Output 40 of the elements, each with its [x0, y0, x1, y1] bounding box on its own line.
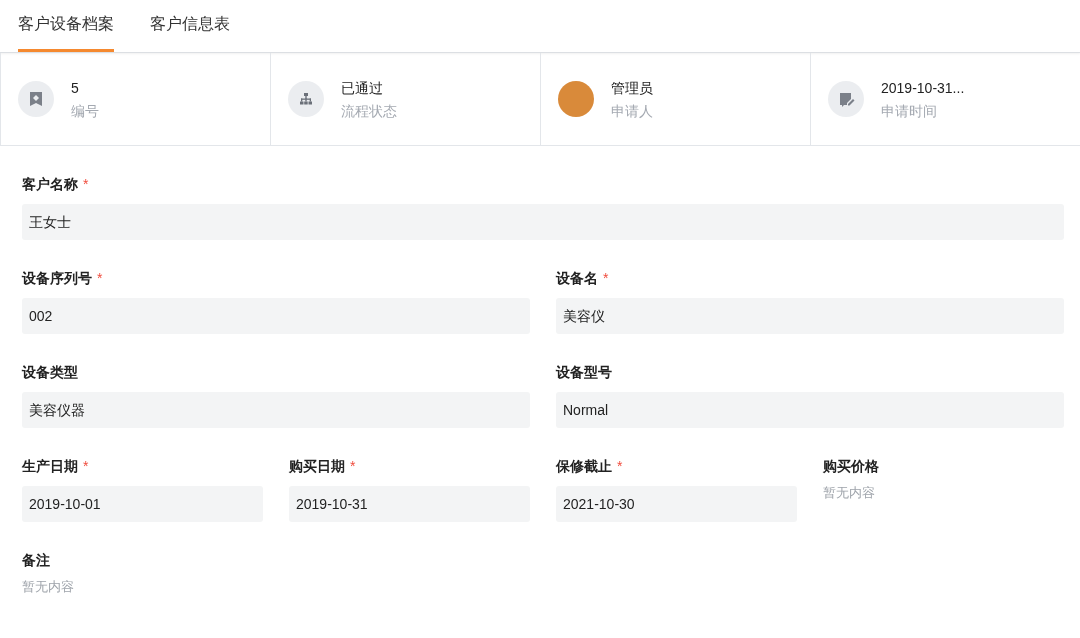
summary-label: 申请人 — [611, 101, 653, 121]
empty-value: 暂无内容 — [22, 578, 74, 596]
required-mark: * — [603, 270, 609, 286]
summary-label: 申请时间 — [881, 101, 938, 121]
field-label: 生产日期 — [22, 458, 78, 474]
input-field[interactable]: 2019-10-31 — [289, 486, 530, 522]
input-field[interactable]: Normal — [556, 392, 1064, 428]
empty-value: 暂无内容 — [823, 484, 875, 502]
input-field[interactable]: 王女士 — [22, 204, 1064, 240]
summary-value: 已通过 — [341, 78, 384, 98]
field-label: 设备序列号 — [22, 270, 92, 286]
summary-label: 流程状态 — [341, 101, 397, 121]
avatar-photo — [558, 81, 594, 117]
field-label: 购买价格 — [823, 458, 879, 474]
edit-note-icon — [828, 81, 864, 117]
field-label: 购买日期 — [289, 458, 345, 474]
required-mark: * — [83, 458, 89, 474]
bookmark-icon — [18, 81, 54, 117]
input-field[interactable]: 美容仪 — [556, 298, 1064, 334]
summary-value: 5 — [71, 78, 80, 98]
input-field[interactable]: 2019-10-01 — [22, 486, 263, 522]
tab[interactable]: 客户设备档案 — [18, 0, 114, 52]
tab[interactable]: 客户信息表 — [150, 0, 230, 52]
summary-value: 2019-10-31... — [881, 78, 965, 98]
field-label: 设备类型 — [22, 364, 78, 380]
field-label: 设备名 — [556, 270, 598, 286]
summary-value: 管理员 — [611, 78, 653, 98]
input-field[interactable]: 002 — [22, 298, 530, 334]
hierarchy-icon — [288, 81, 324, 117]
required-mark: * — [97, 270, 103, 286]
field-label: 备注 — [22, 552, 50, 568]
required-mark: * — [617, 458, 623, 474]
field-label: 保修截止 — [556, 458, 612, 474]
summary-label: 编号 — [71, 101, 99, 121]
field-label: 设备型号 — [556, 364, 612, 380]
required-mark: * — [83, 176, 89, 192]
input-field[interactable]: 美容仪器 — [22, 392, 530, 428]
input-field[interactable]: 2021-10-30 — [556, 486, 797, 522]
required-mark: * — [350, 458, 356, 474]
field-label: 客户名称 — [22, 176, 78, 192]
